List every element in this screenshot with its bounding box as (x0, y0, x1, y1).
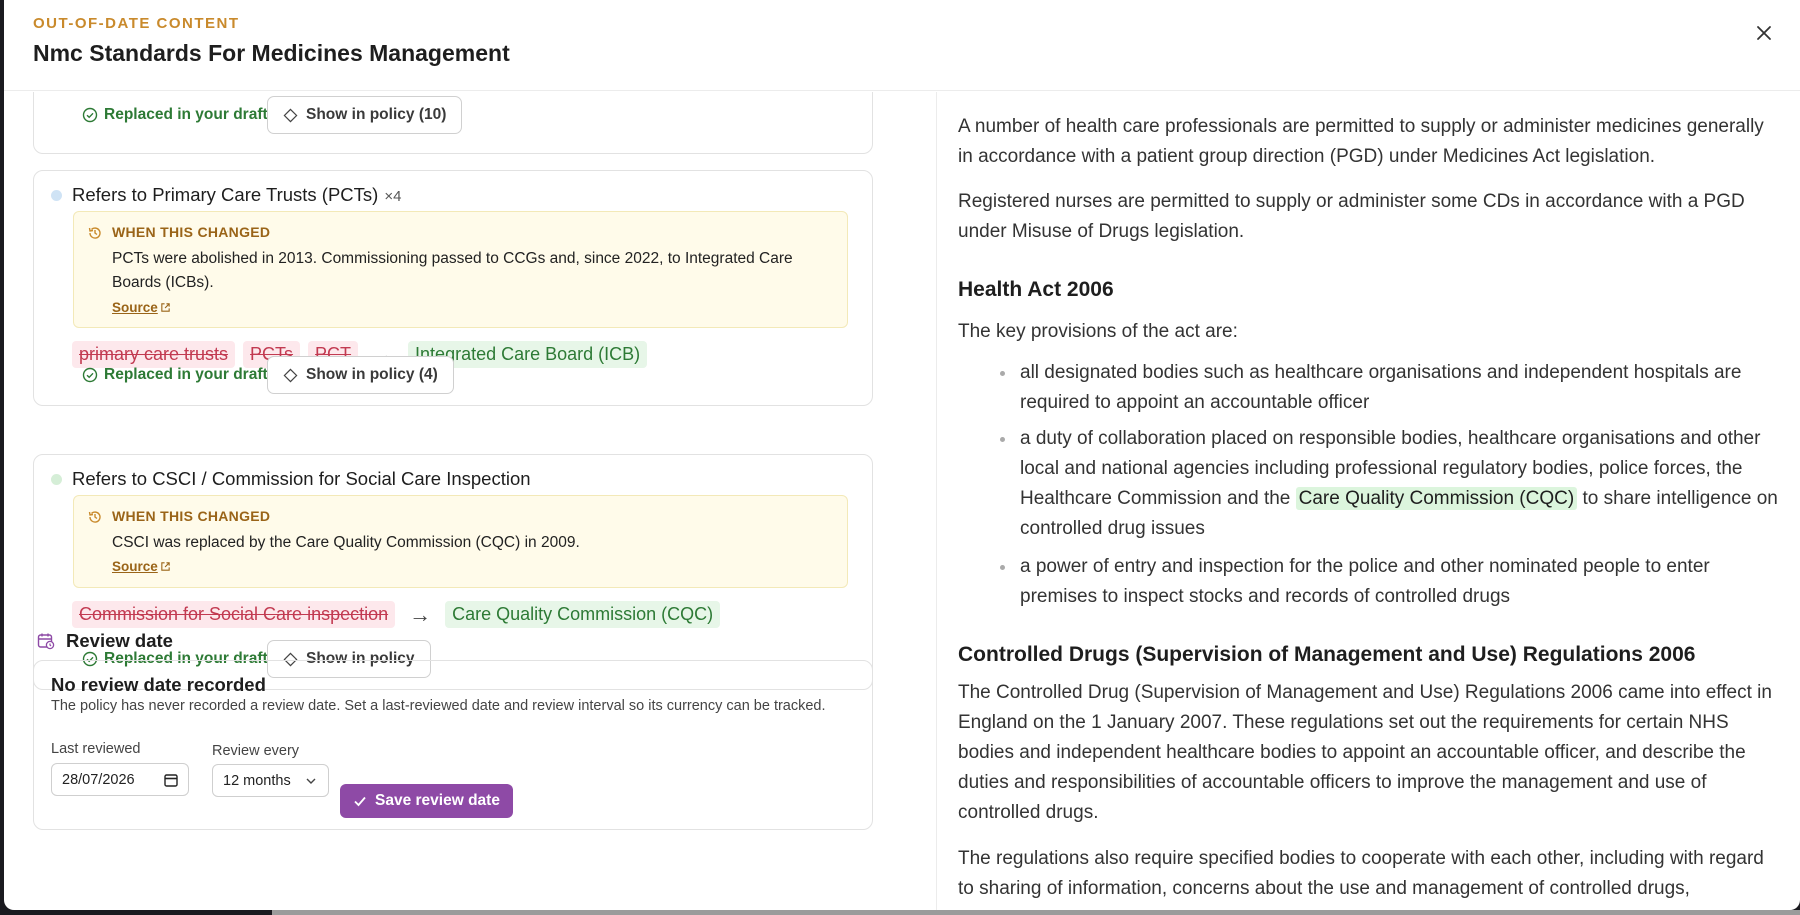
show-in-policy-label: Show in policy (4) (306, 366, 438, 383)
issue-card: Replaced in your draft Show in policy (1… (33, 92, 873, 154)
list-item: a duty of collaboration placed on respon… (1020, 424, 1780, 544)
source-label: Source (112, 300, 158, 315)
issue-card-pct: Refers to Primary Care Trusts (PCTs) ×4 W… (33, 170, 873, 406)
arrow-right-icon: → (409, 601, 432, 627)
locate-icon (283, 108, 298, 122)
source-label: Source (112, 559, 158, 574)
paragraph: The key provisions of the act are: (958, 321, 1238, 342)
status-dot (51, 474, 62, 485)
replaced-label: Replaced in your draft (104, 366, 268, 383)
section-heading: Controlled Drugs (Supervision of Managem… (958, 643, 1696, 666)
old-term: primary care trusts (72, 341, 236, 368)
interval-label: Review every (212, 743, 300, 759)
new-term: Care Quality Commission (CQC) (445, 601, 721, 628)
close-icon (1757, 26, 1771, 40)
last-reviewed-input[interactable]: 28/07/2026 (51, 763, 189, 796)
bullet (1000, 371, 1005, 376)
issue-card-csci: Refers to CSCI / Commission for Social C… (33, 454, 873, 690)
occurrence-count: ×4 (384, 188, 402, 205)
policy-document: A number of health care professionals ar… (936, 92, 1800, 910)
modal-dialog: OUT-OF-DATE CONTENT Nmc Standards For Me… (4, 0, 1800, 910)
paragraph: Registered nurses are permitted to suppl… (958, 191, 1745, 242)
status-eyebrow: OUT-OF-DATE CONTENT (33, 15, 240, 32)
paragraph: A number of health care professionals ar… (958, 116, 1764, 167)
history-icon (88, 227, 101, 239)
interval-select[interactable]: 12 months (212, 764, 329, 797)
save-label: Save review date (375, 792, 500, 809)
section-heading: Health Act 2006 (958, 278, 1114, 301)
replaced-label: Replaced in your draft (104, 106, 268, 123)
close-button[interactable] (1750, 19, 1778, 47)
last-reviewed-label: Last reviewed (51, 741, 141, 757)
old-term: Commission for Social Care inspection (72, 601, 396, 628)
highlighted-term: Care Quality Commission (CQC) (1295, 487, 1578, 510)
replaced-status: Replaced in your draft (82, 106, 268, 124)
status-dot (51, 190, 62, 201)
term-replacement: Commission for Social Care inspection → … (72, 601, 721, 628)
issue-title-text: Refers to Primary Care Trusts (PCTs) (72, 184, 379, 205)
external-link-icon (161, 562, 170, 571)
modal-header: OUT-OF-DATE CONTENT Nmc Standards For Me… (4, 0, 1800, 91)
check-circle-icon (82, 367, 98, 383)
calendar-clock-icon (37, 633, 55, 650)
external-link-icon (161, 303, 170, 312)
issue-title: Refers to Primary Care Trusts (PCTs) ×4 (72, 184, 401, 206)
check-icon (354, 796, 366, 807)
paragraph: The Controlled Drug (Supervision of Mana… (958, 682, 1772, 823)
show-in-policy-button[interactable]: Show in policy (4) (267, 356, 454, 394)
source-link[interactable]: Source (112, 559, 171, 574)
backdrop-scrollbar (272, 910, 1800, 915)
calendar-icon (164, 773, 178, 787)
change-label: WHEN THIS CHANGED (112, 508, 271, 524)
review-section-title: Review date (66, 630, 173, 651)
review-description: The policy has never recorded a review d… (51, 698, 826, 714)
show-in-policy-button[interactable]: Show in policy (10) (267, 96, 463, 134)
history-icon (88, 511, 101, 523)
change-notice: WHEN THIS CHANGED PCTs were abolished in… (73, 211, 848, 328)
chevron-down-icon (306, 778, 316, 784)
review-heading: No review date recorded (51, 674, 266, 695)
source-link[interactable]: Source (112, 300, 171, 315)
paragraph: The regulations also require specified b… (958, 848, 1764, 899)
show-in-policy-label: Show in policy (10) (306, 106, 447, 123)
last-reviewed-value: 28/07/2026 (62, 771, 135, 788)
list-item: a power of entry and inspection for the … (1020, 556, 1710, 607)
modal-title: Nmc Standards For Medicines Management (33, 40, 510, 66)
change-text: CSCI was replaced by the Care Quality Co… (112, 534, 580, 551)
bullet (1000, 565, 1005, 570)
locate-icon (283, 368, 298, 382)
check-circle-icon (82, 107, 98, 123)
review-date-heading: Review date (37, 630, 173, 652)
interval-value: 12 months (223, 772, 291, 789)
bullet (1000, 437, 1005, 442)
change-label: WHEN THIS CHANGED (112, 224, 271, 240)
save-review-date-button[interactable]: Save review date (340, 784, 513, 818)
change-text: PCTs were abolished in 2013. Commissioni… (112, 250, 793, 291)
change-notice: WHEN THIS CHANGED CSCI was replaced by t… (73, 495, 848, 588)
list-item: all designated bodies such as healthcare… (1020, 362, 1742, 413)
issue-title: Refers to CSCI / Commission for Social C… (72, 468, 531, 489)
replaced-status: Replaced in your draft (82, 366, 268, 384)
